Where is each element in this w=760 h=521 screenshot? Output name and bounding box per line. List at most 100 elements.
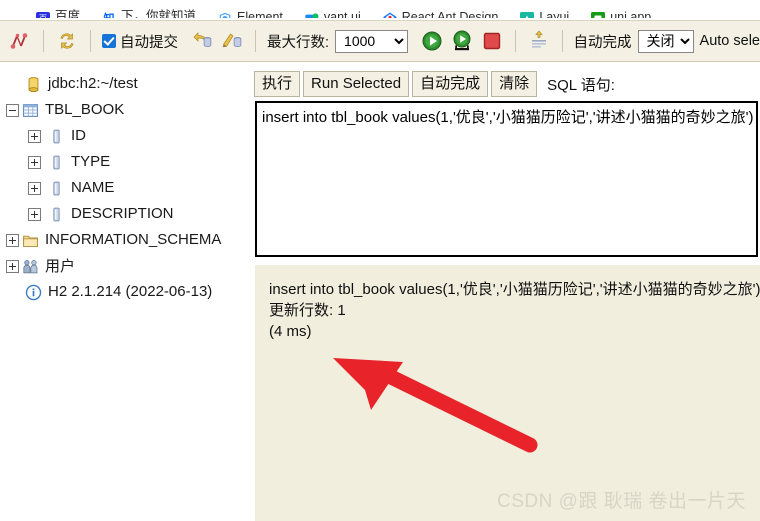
commit-icon bbox=[223, 33, 242, 48]
result-update-count: 更新行数: 1 bbox=[269, 302, 346, 319]
folder-icon bbox=[23, 235, 38, 247]
expand-toggle-icon[interactable] bbox=[6, 233, 19, 247]
bookmark-label: 下，你就知道 bbox=[121, 9, 197, 18]
stop-icon bbox=[483, 32, 500, 50]
checkbox-checked-icon bbox=[102, 34, 116, 48]
sql-statement-caption: SQL 语句: bbox=[547, 76, 615, 94]
tree-item-label: INFORMATION_SCHEMA bbox=[45, 230, 222, 248]
run-icon bbox=[422, 31, 442, 51]
clear-button[interactable]: 清除 bbox=[491, 71, 538, 97]
tree-item-label: TYPE bbox=[71, 152, 111, 170]
expand-toggle-icon[interactable] bbox=[6, 259, 19, 273]
browser-bookmark-bar: 百度 知 下，你就知道 Element vant ui React Ant De… bbox=[0, 0, 760, 18]
collapse-toggle-icon[interactable] bbox=[6, 103, 19, 117]
bookmark-item-zhihu[interactable]: 知 下，你就知道 bbox=[102, 5, 196, 18]
autocommit-label: 自动提交 bbox=[120, 34, 178, 51]
toolbar-separator bbox=[561, 30, 563, 52]
vant-chat-favicon-icon bbox=[305, 12, 319, 18]
expand-toggle-icon[interactable] bbox=[28, 155, 41, 169]
run-button[interactable] bbox=[420, 29, 444, 53]
autocommit-checkbox[interactable]: 自动提交 bbox=[102, 31, 178, 52]
csdn-watermark: CSDN @跟 耿瑞 卷出一片天 bbox=[497, 491, 746, 512]
bookmark-item-vant[interactable]: vant ui bbox=[305, 10, 361, 18]
column-icon bbox=[53, 129, 60, 143]
run-selected-icon bbox=[453, 30, 471, 51]
expand-toggle-icon[interactable] bbox=[28, 207, 41, 221]
baidu-favicon-icon bbox=[36, 12, 50, 18]
bookmark-item-uniapp[interactable]: uni app bbox=[591, 10, 651, 18]
maxrows-label: 最大行数: bbox=[267, 34, 330, 51]
table-icon bbox=[23, 103, 38, 117]
toolbar-separator bbox=[255, 30, 256, 52]
disconnect-icon bbox=[10, 33, 28, 49]
clear-icon bbox=[531, 30, 546, 48]
expand-toggle-icon[interactable] bbox=[28, 181, 41, 195]
element-shield-favicon-icon bbox=[218, 12, 232, 18]
execute-button[interactable]: 执行 bbox=[254, 71, 301, 97]
tree-item-label: H2 2.1.214 (2022-06-13) bbox=[48, 282, 213, 300]
disconnect-button[interactable] bbox=[8, 29, 32, 53]
autocomplete-select[interactable]: 关闭 bbox=[637, 29, 694, 53]
h2-console-toolbar: 自动提交 最大行数: 1000 自动完成 关闭 Auto sele bbox=[0, 20, 760, 62]
tree-item-label: 用户 bbox=[45, 257, 76, 275]
tree-item-column-id[interactable]: ID bbox=[6, 123, 252, 149]
clear-button[interactable] bbox=[527, 29, 551, 53]
tree-item-information-schema[interactable]: INFORMATION_SCHEMA bbox=[6, 227, 252, 253]
sql-input[interactable] bbox=[255, 101, 758, 257]
rollback-icon bbox=[193, 32, 212, 48]
tree-item-column-description[interactable]: DESCRIPTION bbox=[6, 201, 252, 227]
result-elapsed-time: (4 ms) bbox=[269, 323, 312, 340]
bookmark-item-layui[interactable]: Layui bbox=[520, 10, 569, 18]
zhihu-favicon-icon: 知 bbox=[102, 12, 117, 18]
bookmark-label: Element bbox=[237, 10, 283, 18]
sql-workspace: 执行 Run Selected 自动完成 清除 SQL 语句: insert i… bbox=[252, 63, 760, 521]
autocomplete-label: 自动完成 bbox=[573, 34, 632, 51]
bookmark-label: uni app bbox=[610, 10, 652, 18]
bookmark-label: 百度 bbox=[55, 9, 81, 18]
ant-design-favicon-icon bbox=[382, 12, 397, 18]
layui-favicon-icon bbox=[520, 12, 535, 18]
tree-item-label: ID bbox=[71, 126, 86, 144]
bookmark-item-element[interactable]: Element bbox=[218, 10, 283, 18]
sql-editor-toolbar: 执行 Run Selected 自动完成 清除 SQL 语句: bbox=[254, 71, 615, 97]
info-icon bbox=[25, 284, 42, 300]
refresh-button[interactable] bbox=[55, 29, 79, 53]
tree-item-column-name[interactable]: NAME bbox=[6, 175, 252, 201]
toolbar-separator bbox=[43, 30, 44, 52]
autocomplete-button[interactable]: 自动完成 bbox=[412, 71, 489, 97]
commit-button[interactable] bbox=[220, 29, 244, 53]
toolbar-separator bbox=[90, 30, 91, 52]
bookmark-label: vant ui bbox=[323, 10, 361, 18]
tree-item-label: jdbc:h2:~/test bbox=[48, 74, 138, 92]
tree-item-label: DESCRIPTION bbox=[71, 204, 174, 222]
bookmark-label: Layui bbox=[539, 10, 570, 18]
run-selected-button[interactable] bbox=[450, 29, 474, 53]
tree-item-column-type[interactable]: TYPE bbox=[6, 149, 252, 175]
result-echoed-sql: insert into tbl_book values(1,'优良','小猫猫历… bbox=[269, 281, 760, 298]
users-icon bbox=[23, 259, 38, 273]
run-selected-button[interactable]: Run Selected bbox=[303, 71, 410, 97]
sql-result-panel: insert into tbl_book values(1,'优良','小猫猫历… bbox=[255, 265, 760, 521]
stop-button[interactable] bbox=[480, 29, 504, 53]
column-icon bbox=[53, 207, 60, 221]
max-rows-select[interactable]: 1000 bbox=[335, 29, 408, 53]
rollback-button[interactable] bbox=[190, 29, 214, 53]
tree-item-tbl-book[interactable]: TBL_BOOK bbox=[6, 97, 252, 123]
tree-item-users[interactable]: 用户 bbox=[6, 253, 252, 279]
database-tree-panel[interactable]: jdbc:h2:~/test TBL_BOOK ID TYPE NAME DES… bbox=[0, 63, 252, 521]
toolbar-separator bbox=[514, 30, 516, 52]
tree-item-label: TBL_BOOK bbox=[45, 100, 125, 118]
bookmark-item-react-ant-design[interactable]: React Ant Design bbox=[382, 10, 498, 18]
column-icon bbox=[53, 155, 60, 169]
refresh-icon bbox=[60, 33, 74, 49]
tree-item-connection[interactable]: jdbc:h2:~/test bbox=[6, 71, 252, 97]
uniapp-favicon-icon bbox=[591, 12, 606, 18]
tree-item-label: NAME bbox=[71, 178, 115, 196]
expand-toggle-icon[interactable] bbox=[28, 129, 41, 143]
auto-select-label: Auto sele bbox=[699, 33, 760, 49]
database-icon bbox=[28, 76, 39, 92]
bookmark-item-baidu[interactable]: 百度 bbox=[36, 5, 80, 18]
tree-item-version-info: H2 2.1.214 (2022-06-13) bbox=[6, 279, 252, 305]
